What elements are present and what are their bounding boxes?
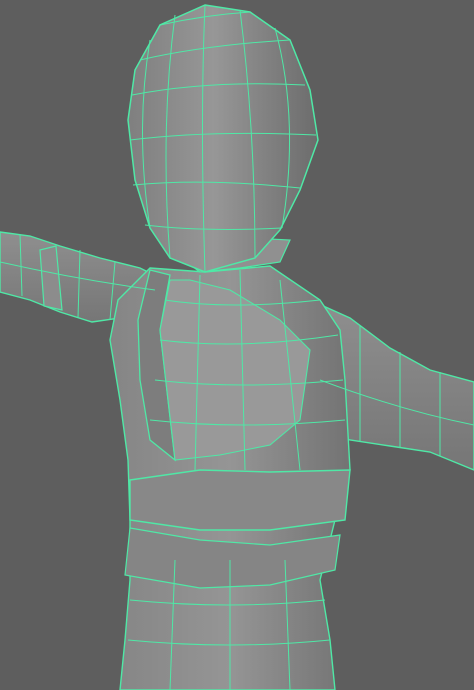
3d-viewport[interactable] <box>0 0 474 690</box>
character-mesh-render[interactable] <box>0 0 474 690</box>
